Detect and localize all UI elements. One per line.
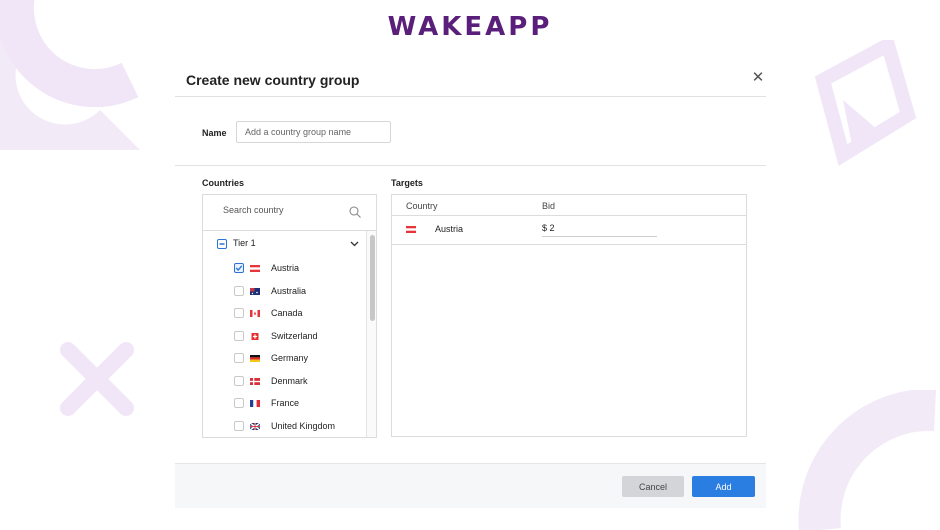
- check-icon: [235, 265, 243, 271]
- divider: [175, 165, 766, 166]
- country-label: United Kingdom: [271, 421, 336, 431]
- search-icon[interactable]: [348, 205, 362, 219]
- countries-label: Countries: [202, 178, 245, 188]
- country-list-scrollbar[interactable]: [366, 231, 376, 437]
- switzerland-checkbox[interactable]: [234, 331, 244, 341]
- group-name-input[interactable]: [236, 121, 391, 143]
- column-header-bid: Bid: [542, 201, 556, 211]
- country-label: Switzerland: [271, 331, 318, 341]
- create-country-group-dialog: Create new country group ✕ Name Countrie…: [175, 62, 766, 508]
- denmark-checkbox[interactable]: [234, 376, 244, 386]
- germany-checkbox[interactable]: [234, 353, 244, 363]
- column-header-country: Country: [406, 201, 438, 211]
- country-label: Canada: [271, 308, 303, 318]
- bid-input[interactable]: $ 2: [542, 223, 657, 237]
- wakeapp-logo: WAKEAPP: [387, 12, 553, 42]
- tier-1-label: Tier 1: [233, 238, 256, 248]
- country-row-austria[interactable]: Austria: [234, 263, 364, 277]
- country-row-canada[interactable]: Canada: [234, 308, 364, 322]
- countries-panel: Tier 1 Austria Australia: [202, 194, 377, 438]
- country-label: France: [271, 398, 300, 408]
- name-label: Name: [202, 128, 227, 138]
- country-row-united-kingdom[interactable]: United Kingdom: [234, 421, 364, 435]
- dialog-title: Create new country group: [186, 72, 360, 88]
- bid-value[interactable]: 2: [550, 223, 555, 233]
- targets-label: Targets: [391, 178, 423, 188]
- dialog-footer: Cancel Add: [175, 463, 766, 508]
- country-row-germany[interactable]: Germany: [234, 353, 364, 367]
- austria-flag-icon: [406, 226, 416, 233]
- close-icon[interactable]: ✕: [750, 70, 766, 86]
- background-ring-shape: [798, 390, 936, 530]
- switzerland-flag-icon: [251, 333, 259, 340]
- united-kingdom-checkbox[interactable]: [234, 421, 244, 431]
- background-diamond-shape: [814, 40, 917, 166]
- uk-flag-icon: [250, 423, 260, 430]
- divider: [175, 96, 766, 97]
- country-label: Denmark: [271, 376, 308, 386]
- country-row-switzerland[interactable]: Switzerland: [234, 331, 364, 345]
- add-button[interactable]: Add: [692, 476, 755, 497]
- canada-checkbox[interactable]: [234, 308, 244, 318]
- country-label: Germany: [271, 353, 309, 363]
- tier-1-checkbox[interactable]: [217, 239, 227, 249]
- country-label: Australia: [271, 286, 307, 296]
- table-row: Austria $ 2: [392, 216, 746, 245]
- tier-1-group[interactable]: Tier 1: [217, 238, 359, 252]
- scrollbar-thumb[interactable]: [370, 235, 375, 321]
- country-row-denmark[interactable]: Denmark: [234, 376, 364, 390]
- target-country: Austria: [435, 224, 464, 234]
- germany-flag-icon: [250, 355, 260, 362]
- currency-symbol: $: [542, 223, 548, 233]
- canada-flag-icon: [250, 310, 260, 317]
- australia-flag-icon: [250, 288, 260, 295]
- cancel-button[interactable]: Cancel: [622, 476, 684, 497]
- background-cross-shape: [60, 342, 134, 416]
- australia-checkbox[interactable]: [234, 286, 244, 296]
- country-row-australia[interactable]: Australia: [234, 286, 364, 300]
- country-row-france[interactable]: France: [234, 398, 364, 412]
- france-flag-icon: [250, 400, 260, 407]
- partial-check-icon: [219, 243, 225, 245]
- france-checkbox[interactable]: [234, 398, 244, 408]
- targets-table: Country Bid Austria $ 2: [391, 194, 747, 437]
- country-search-row: [203, 195, 376, 231]
- austria-checkbox[interactable]: [234, 263, 244, 273]
- targets-header: Country Bid: [392, 195, 746, 216]
- chevron-down-icon[interactable]: [350, 240, 359, 248]
- denmark-flag-icon: [250, 378, 260, 385]
- country-label: Austria: [271, 263, 300, 273]
- austria-flag-icon: [250, 265, 260, 272]
- country-search-input[interactable]: [223, 205, 333, 215]
